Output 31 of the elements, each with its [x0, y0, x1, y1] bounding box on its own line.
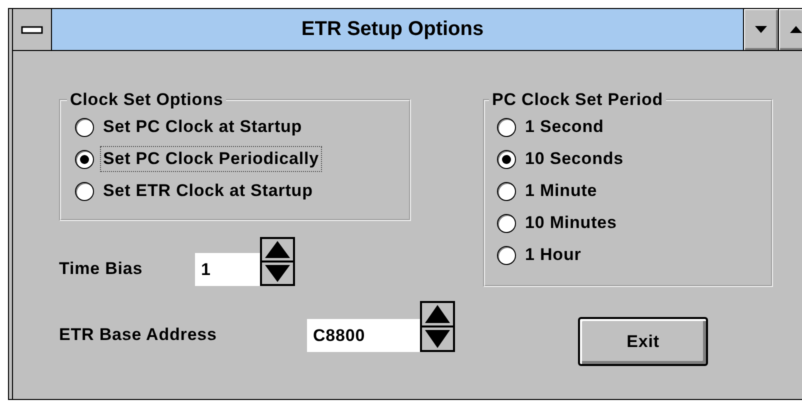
spinner-control[interactable]: [420, 301, 455, 352]
up-triangle-icon: [789, 25, 802, 34]
down-triangle-icon: [754, 25, 768, 34]
spinner-control[interactable]: [260, 237, 295, 286]
radio-label[interactable]: 1 Hour: [522, 242, 584, 268]
window-title: ETR Setup Options: [300, 17, 485, 42]
menu-bar-icon: [21, 26, 43, 34]
minimize-button[interactable]: [743, 9, 778, 50]
exit-button[interactable]: Exit: [578, 317, 708, 366]
radio-button[interactable]: [75, 182, 94, 200]
radio-label[interactable]: Set ETR Clock at Startup: [100, 178, 316, 204]
system-menu-button[interactable]: [13, 9, 52, 50]
radio-button[interactable]: [75, 150, 94, 168]
radio-button[interactable]: [497, 118, 516, 136]
radio-label[interactable]: Set PC Clock at Startup: [100, 114, 306, 140]
radio-label[interactable]: 1 Minute: [522, 178, 600, 204]
radio-label[interactable]: 10 Minutes: [522, 210, 620, 236]
radio-label[interactable]: 1 Second: [522, 114, 607, 140]
radio-label[interactable]: Set PC Clock Periodically: [100, 146, 322, 172]
group-title: PC Clock Set Period: [491, 91, 664, 109]
input-field[interactable]: 1: [195, 253, 260, 286]
radio-button[interactable]: [497, 150, 516, 168]
field-label: ETR Base Address: [59, 325, 218, 345]
group-title: Clock Set Options: [69, 91, 224, 109]
radio-button[interactable]: [497, 246, 516, 264]
radio-button[interactable]: [497, 182, 516, 200]
radio-button[interactable]: [75, 118, 94, 136]
radio-button[interactable]: [497, 214, 516, 232]
field-label: Time Bias: [59, 259, 144, 279]
radio-label[interactable]: 10 Seconds: [522, 146, 626, 172]
input-field[interactable]: C8800: [307, 319, 420, 352]
